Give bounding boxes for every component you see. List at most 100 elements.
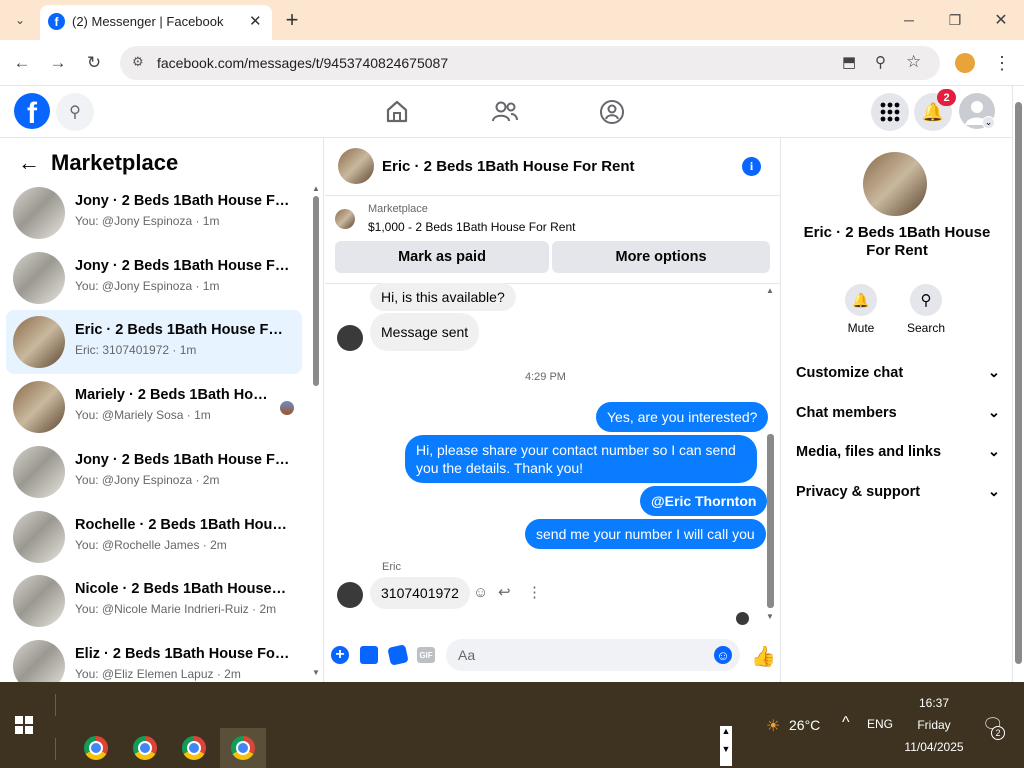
- conversation-item[interactable]: Rochelle · 2 Beds 1Bath House F... You: …: [6, 505, 302, 569]
- window-close-icon[interactable]: ✕: [987, 6, 1015, 34]
- weather-icon[interactable]: ☀: [766, 716, 780, 736]
- search-in-chat-icon[interactable]: ⚲: [910, 284, 942, 316]
- scroll-up-icon[interactable]: ▲: [766, 286, 774, 295]
- clock-date[interactable]: 11/04/2025: [900, 740, 968, 754]
- taskbar-scroll[interactable]: ▲ ▼: [720, 726, 732, 766]
- browser-tab-active[interactable]: f (2) Messenger | Facebook ✕: [40, 5, 272, 40]
- tab-close-icon[interactable]: ✕: [249, 12, 262, 30]
- sender-avatar[interactable]: [337, 582, 363, 608]
- media-files-links-option[interactable]: Media, files and links ⌄: [796, 440, 1000, 464]
- site-info-icon[interactable]: ⚙: [132, 54, 144, 70]
- groups-icon[interactable]: [598, 98, 626, 126]
- message-input[interactable]: Aa ☺: [446, 639, 740, 671]
- taskbar-chrome-app[interactable]: [73, 728, 119, 768]
- forward-icon[interactable]: →: [44, 49, 72, 77]
- chrome-menu-icon[interactable]: ⋮: [988, 49, 1016, 77]
- page-scrollbar-thumb[interactable]: [1015, 102, 1022, 664]
- conversation-preview: You: @Jony Espinoza · 2m: [75, 473, 220, 487]
- tab-search-icon[interactable]: ⌄: [6, 6, 34, 34]
- sender-name: Eric: [382, 561, 401, 573]
- scroll-down-icon[interactable]: ▼: [312, 668, 320, 677]
- minimize-icon[interactable]: ─: [895, 6, 923, 34]
- conversation-item[interactable]: Nicole · 2 Beds 1Bath House For ... You:…: [6, 569, 302, 633]
- mark-as-paid-button[interactable]: Mark as paid: [335, 241, 549, 273]
- page-scrollbar[interactable]: [1012, 86, 1024, 682]
- taskbar-chrome-app-active[interactable]: [220, 728, 266, 768]
- chevron-down-icon: ⌄: [987, 365, 1000, 381]
- install-app-icon[interactable]: ⬒: [842, 53, 856, 71]
- chrome-icon: [133, 736, 157, 760]
- tab-title: (2) Messenger | Facebook: [72, 14, 224, 29]
- address-bar[interactable]: ⚙ facebook.com/messages/t/94537408246750…: [120, 46, 940, 80]
- listing-avatar: [13, 252, 65, 304]
- option-label: Chat members: [796, 405, 897, 421]
- scroll-down-icon[interactable]: ▼: [766, 612, 774, 621]
- search-icon[interactable]: ⚲: [56, 93, 94, 131]
- conversation-item[interactable]: Jony · 2 Beds 1Bath House For R... You: …: [6, 440, 302, 504]
- conversation-item[interactable]: Mariely · 2 Beds 1Bath House ... You: @M…: [6, 375, 302, 439]
- privacy-support-option[interactable]: Privacy & support ⌄: [796, 480, 1000, 504]
- list-scrollbar[interactable]: ▲ ▼: [312, 184, 320, 680]
- conversation-item[interactable]: Eliz · 2 Beds 1Bath House For Rent You: …: [6, 634, 302, 682]
- scroll-down-icon[interactable]: ▼: [720, 744, 732, 754]
- thumbs-up-icon[interactable]: 👍: [751, 644, 776, 669]
- customize-chat-option[interactable]: Customize chat ⌄: [796, 361, 1000, 385]
- info-avatar[interactable]: [863, 152, 927, 216]
- gif-icon[interactable]: GIF: [417, 647, 435, 663]
- back-icon[interactable]: ←: [8, 49, 36, 77]
- conversation-name: Jony · 2 Beds 1Bath House For R...: [75, 452, 290, 468]
- chat-scrollbar[interactable]: ▲ ▼: [766, 286, 776, 626]
- chat-title[interactable]: Eric · 2 Beds 1Bath House For Rent: [382, 158, 635, 175]
- friends-icon[interactable]: [490, 98, 520, 126]
- new-tab-icon[interactable]: +: [278, 6, 306, 34]
- more-options-button[interactable]: More options: [552, 241, 770, 273]
- account-chevron-icon[interactable]: ⌄: [982, 116, 995, 129]
- mute-label[interactable]: Mute: [835, 321, 887, 335]
- listing-avatar: [13, 187, 65, 239]
- profile-avatar-icon[interactable]: [955, 53, 975, 73]
- home-icon[interactable]: [383, 98, 411, 126]
- reply-icon[interactable]: ↩: [498, 583, 511, 601]
- weather-temp[interactable]: 26°C: [789, 717, 820, 733]
- clock-time[interactable]: 16:37: [900, 696, 968, 710]
- bookmark-star-icon[interactable]: ☆: [906, 52, 921, 72]
- listing-title[interactable]: $1,000 - 2 Beds 1Bath House For Rent: [368, 220, 575, 234]
- photo-icon[interactable]: [360, 646, 378, 664]
- windows-start-icon[interactable]: [15, 716, 33, 734]
- reload-icon[interactable]: ↻: [80, 49, 108, 77]
- chat-header-avatar[interactable]: [338, 148, 374, 184]
- scroll-up-icon[interactable]: ▲: [312, 184, 320, 193]
- sender-avatar[interactable]: [337, 325, 363, 351]
- zoom-icon[interactable]: ⚲: [875, 53, 886, 71]
- sticker-icon[interactable]: [387, 644, 409, 666]
- maximize-icon[interactable]: ❐: [941, 6, 969, 34]
- scroll-up-icon[interactable]: ▲: [720, 726, 732, 736]
- conversation-item-active[interactable]: Eric · 2 Beds 1Bath House For Rent Eric:…: [6, 310, 302, 374]
- conversation-preview: You: @Rochelle James · 2m: [75, 538, 227, 552]
- taskbar-chrome-app[interactable]: [122, 728, 168, 768]
- back-arrow-icon[interactable]: ←: [18, 150, 40, 176]
- taskbar-chrome-app[interactable]: [171, 728, 217, 768]
- facebook-logo-icon[interactable]: f: [14, 93, 50, 130]
- list-scrollbar-thumb[interactable]: [313, 196, 319, 386]
- more-actions-icon[interactable]: ⋮: [527, 583, 542, 601]
- chat-scrollbar-thumb[interactable]: [767, 434, 774, 608]
- search-label[interactable]: Search: [900, 321, 952, 335]
- info-icon[interactable]: i: [742, 157, 761, 176]
- tray-chevron-icon[interactable]: ^: [842, 714, 850, 732]
- language-indicator[interactable]: ENG: [867, 717, 893, 731]
- emoji-icon[interactable]: ☺: [714, 646, 732, 664]
- chat-members-option[interactable]: Chat members ⌄: [796, 401, 1000, 425]
- listing-thumbnail[interactable]: [335, 209, 355, 229]
- react-smiley-icon[interactable]: ☺: [473, 584, 488, 601]
- menu-grid-icon[interactable]: [871, 93, 909, 131]
- conversation-item[interactable]: Jony · 2 Beds 1Bath House For R... You: …: [6, 246, 302, 310]
- clock-day[interactable]: Friday: [900, 718, 968, 732]
- mute-bell-icon[interactable]: 🔔: [845, 284, 877, 316]
- listing-avatar: [13, 511, 65, 563]
- conversation-name: Nicole · 2 Beds 1Bath House For ...: [75, 581, 290, 597]
- add-attachment-icon[interactable]: +: [331, 646, 349, 664]
- conversation-item[interactable]: Jony · 2 Beds 1Bath House For R... You: …: [6, 181, 302, 245]
- notification-badge: 2: [937, 89, 956, 106]
- option-label: Media, files and links: [796, 444, 942, 460]
